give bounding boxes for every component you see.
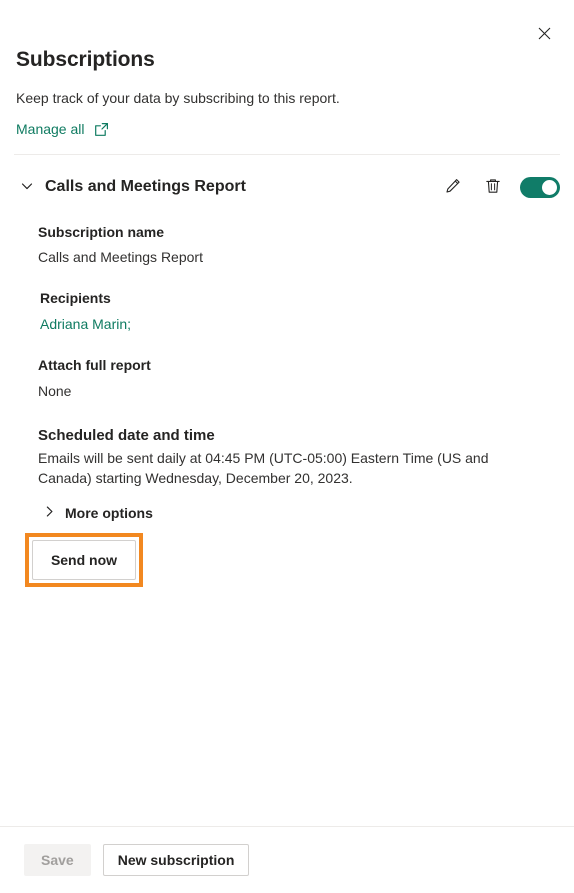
pencil-icon — [444, 177, 462, 198]
edit-subscription-button[interactable] — [440, 174, 466, 200]
subscription-header: Calls and Meetings Report — [0, 166, 574, 208]
subscription-expand-toggle[interactable] — [14, 174, 40, 200]
field-recipients: Recipients Adriana Marin; — [38, 288, 560, 334]
close-button[interactable] — [528, 17, 560, 49]
recipients-label: Recipients — [40, 290, 111, 306]
subscriptions-panel: Subscriptions Keep track of your data by… — [0, 0, 574, 893]
panel-header: Subscriptions Keep track of your data by… — [0, 0, 574, 139]
attach-full-report-label: Attach full report — [38, 357, 151, 373]
subscription-name-value: Calls and Meetings Report — [38, 249, 203, 265]
recipients-value[interactable]: Adriana Marin; — [40, 314, 560, 334]
subscription-actions — [440, 174, 560, 200]
new-subscription-button[interactable]: New subscription — [102, 844, 250, 876]
chevron-right-icon — [43, 505, 56, 521]
scheduled-date-time-value: Emails will be sent daily at 04:45 PM (U… — [38, 450, 489, 486]
subscription-details: Subscription name Calls and Meetings Rep… — [0, 222, 574, 587]
close-icon — [538, 27, 551, 40]
chevron-down-icon — [20, 179, 34, 196]
page-title: Subscriptions — [16, 48, 155, 71]
panel-subtitle: Keep track of your data by subscribing t… — [16, 90, 340, 106]
subscription-name-label: Subscription name — [38, 224, 165, 240]
send-now-button[interactable]: Send now — [32, 540, 136, 580]
toggle-knob — [542, 179, 557, 195]
manage-all-label: Manage all — [16, 121, 85, 137]
more-options-toggle[interactable]: More options — [43, 505, 153, 521]
field-attach-full-report: Attach full report None — [38, 355, 560, 401]
subscription-title: Calls and Meetings Report — [45, 178, 246, 195]
more-options-label: More options — [65, 505, 153, 521]
open-in-new-window-icon — [94, 122, 109, 137]
trash-icon — [484, 177, 502, 198]
subscription-enabled-toggle[interactable] — [520, 176, 560, 198]
attach-full-report-value: None — [38, 383, 72, 399]
panel-footer: Save New subscription — [0, 826, 574, 893]
manage-all-link[interactable]: Manage all — [16, 119, 109, 139]
delete-subscription-button[interactable] — [480, 174, 506, 200]
send-now-area: Send now — [25, 533, 143, 587]
header-divider — [14, 154, 560, 155]
scheduled-date-time-label: Scheduled date and time — [38, 427, 215, 444]
field-scheduled-date-time: Scheduled date and time Emails will be s… — [38, 425, 560, 488]
field-subscription-name: Subscription name Calls and Meetings Rep… — [38, 222, 560, 267]
save-button[interactable]: Save — [24, 844, 91, 876]
